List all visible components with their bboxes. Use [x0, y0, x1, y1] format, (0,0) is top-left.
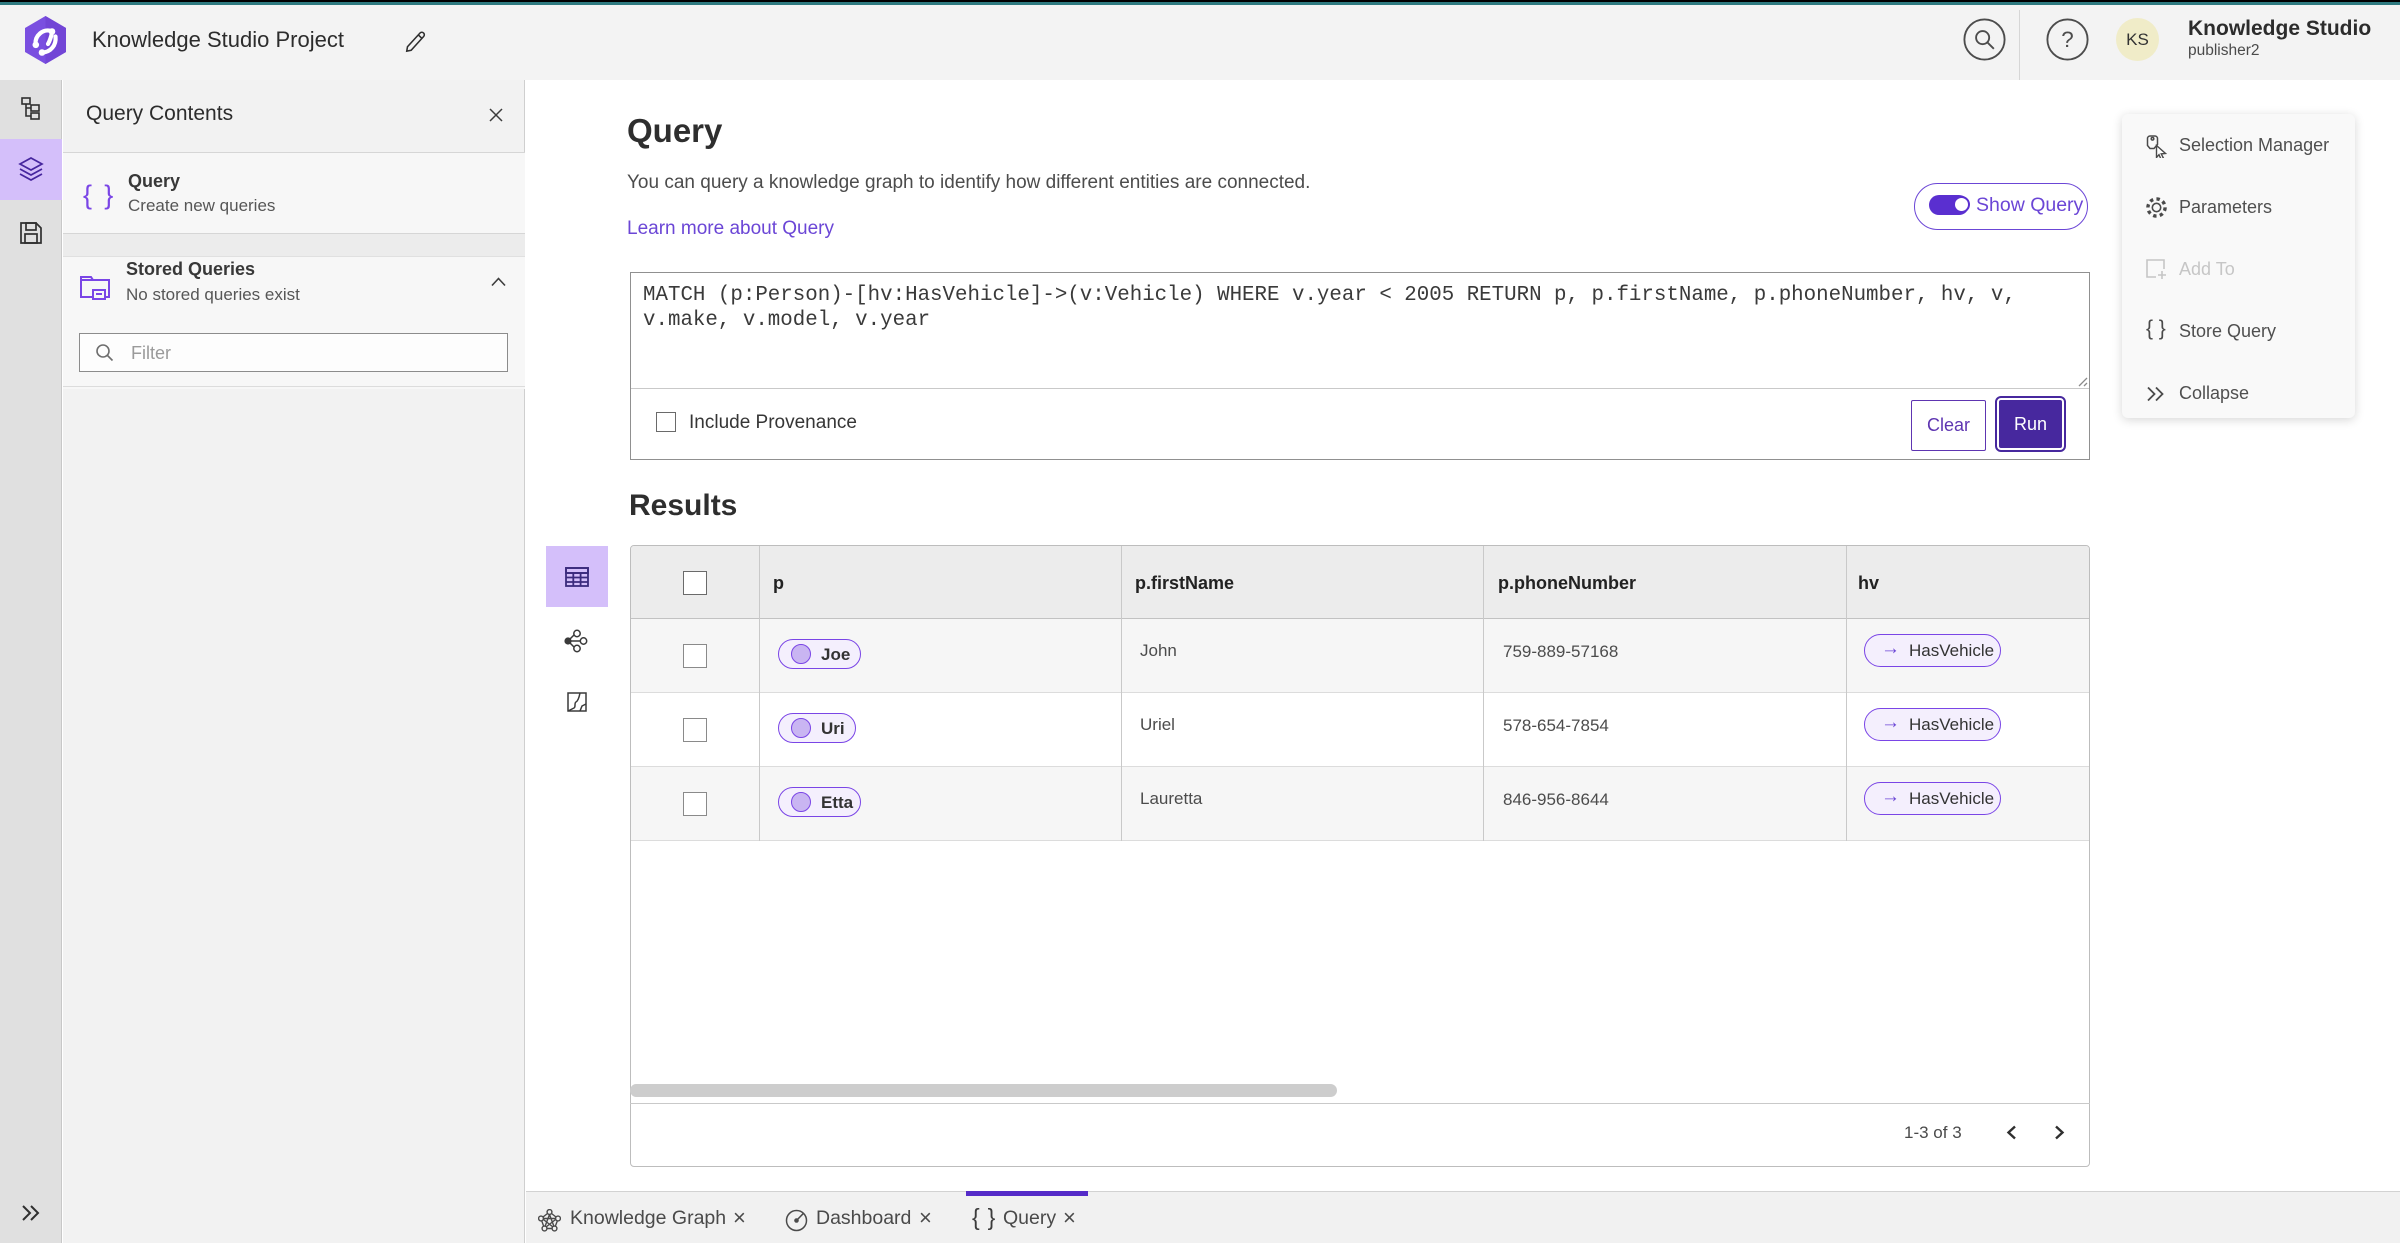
svg-text:?: ?	[2061, 27, 2073, 52]
